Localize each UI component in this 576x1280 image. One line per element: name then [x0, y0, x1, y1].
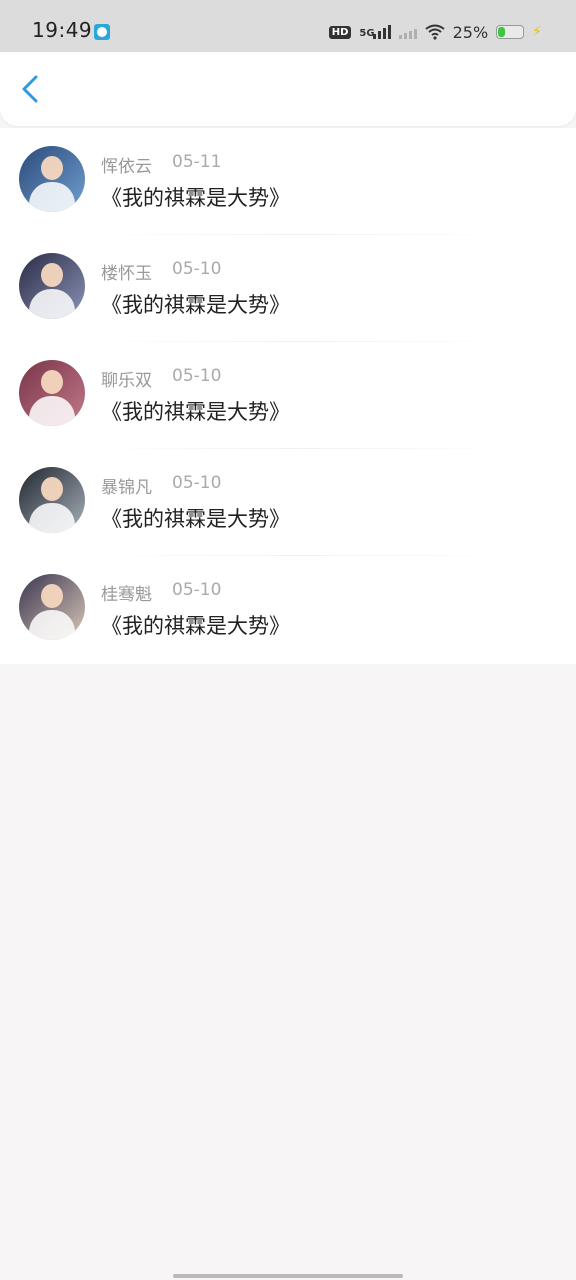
- list-item[interactable]: 暴锦凡 05-10 《我的祺霖是大势》: [0, 449, 576, 556]
- comment-list: 恽依云 05-11 《我的祺霖是大势》 楼怀玉 05-10 《我的祺霖是大势》 聊乐双 05-…: [0, 128, 576, 664]
- post-date: 05-11: [172, 152, 222, 172]
- user-name[interactable]: 恽依云: [101, 152, 152, 177]
- battery-percent: 25%: [452, 22, 489, 42]
- user-name[interactable]: 桂骞魁: [101, 580, 152, 605]
- back-button[interactable]: [16, 74, 46, 104]
- item-title[interactable]: 《我的祺霖是大势》: [101, 610, 290, 640]
- user-name[interactable]: 楼怀玉: [101, 259, 152, 284]
- status-time: 19:49: [32, 18, 93, 42]
- list-item[interactable]: 楼怀玉 05-10 《我的祺霖是大势》: [0, 235, 576, 342]
- home-indicator[interactable]: [173, 1274, 403, 1278]
- item-title[interactable]: 《我的祺霖是大势》: [101, 289, 290, 319]
- chevron-left-icon: [22, 75, 38, 103]
- list-item[interactable]: 恽依云 05-11 《我的祺霖是大势》: [0, 128, 576, 235]
- avatar[interactable]: [19, 467, 85, 533]
- avatar-face: [41, 477, 63, 501]
- battery-icon: [496, 25, 525, 39]
- app-notification-icon: [94, 24, 110, 40]
- user-name[interactable]: 暴锦凡: [101, 473, 152, 498]
- item-title[interactable]: 《我的祺霖是大势》: [101, 396, 290, 426]
- signal-icon: [398, 25, 417, 39]
- post-date: 05-10: [172, 473, 222, 493]
- item-title[interactable]: 《我的祺霖是大势》: [101, 182, 290, 212]
- avatar-face: [41, 156, 63, 180]
- charging-icon: ⚡: [532, 24, 542, 40]
- avatar[interactable]: [19, 146, 85, 212]
- avatar-body: [29, 503, 75, 533]
- avatar-body: [29, 182, 75, 212]
- avatar-body: [29, 610, 75, 640]
- post-date: 05-10: [172, 580, 222, 600]
- avatar[interactable]: [19, 574, 85, 640]
- avatar[interactable]: [19, 360, 85, 426]
- signal-5g-icon: [372, 25, 391, 39]
- hd-icon: HD: [328, 25, 352, 39]
- post-date: 05-10: [172, 259, 222, 279]
- user-name[interactable]: 聊乐双: [101, 366, 152, 391]
- avatar-body: [29, 396, 75, 426]
- status-bar: 19:49 HD 5G 25% ⚡: [0, 0, 576, 52]
- wifi-icon: [424, 24, 445, 40]
- avatar-face: [41, 370, 63, 394]
- avatar-face: [41, 263, 63, 287]
- header-bar: [0, 52, 576, 126]
- item-title[interactable]: 《我的祺霖是大势》: [101, 503, 290, 533]
- status-icons: HD 5G 25% ⚡: [328, 20, 542, 44]
- avatar-face: [41, 584, 63, 608]
- post-date: 05-10: [172, 366, 222, 386]
- list-item[interactable]: 聊乐双 05-10 《我的祺霖是大势》: [0, 342, 576, 449]
- list-item[interactable]: 桂骞魁 05-10 《我的祺霖是大势》: [0, 556, 576, 663]
- avatar[interactable]: [19, 253, 85, 319]
- avatar-body: [29, 289, 75, 319]
